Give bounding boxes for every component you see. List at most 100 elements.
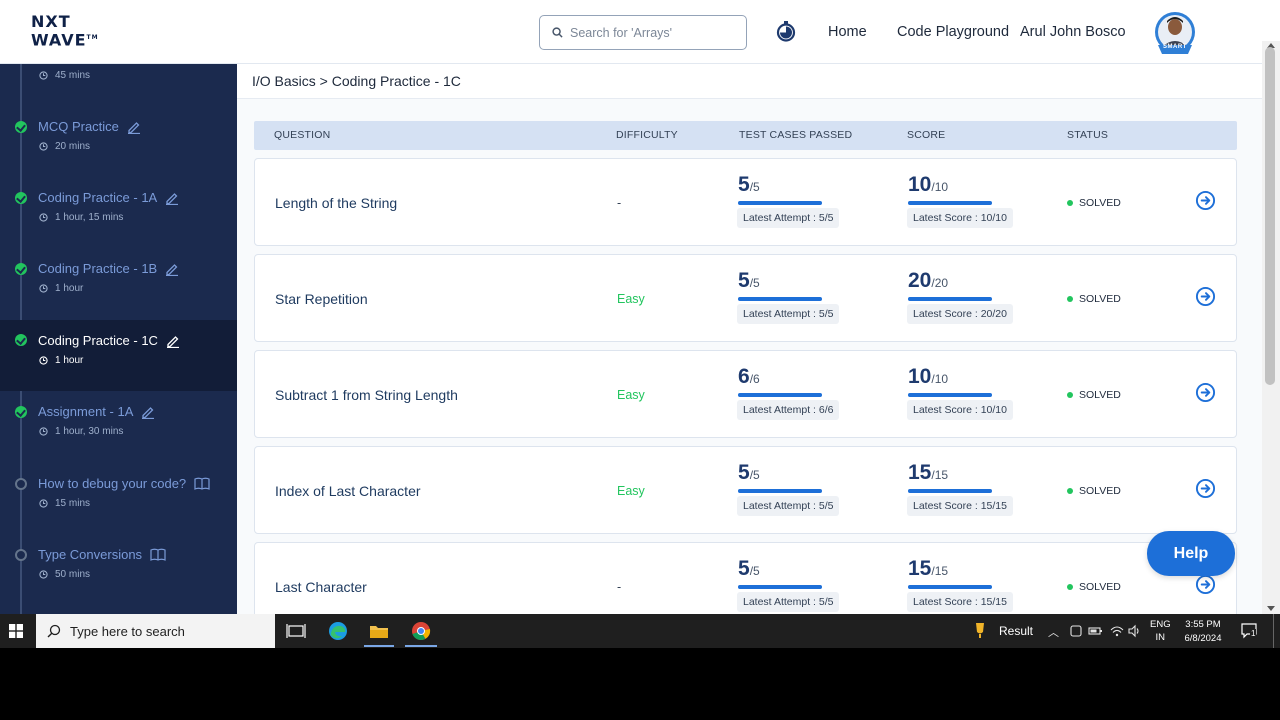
- table-row[interactable]: Star Repetition Easy 5/5 Latest Attempt : 5…: [254, 254, 1237, 342]
- help-button[interactable]: Help: [1147, 531, 1235, 576]
- clock-icon: [39, 356, 48, 365]
- sidebar-item-duration: 1 hour: [39, 355, 83, 366]
- table-row[interactable]: Last Character - 5/5 Latest Attempt : 5/5 15…: [254, 542, 1237, 614]
- sidebar-item-duration: 1 hour, 30 mins: [39, 426, 123, 437]
- notification-center-icon[interactable]: 1: [1241, 623, 1259, 644]
- arrow-right-circle-icon[interactable]: [1195, 190, 1216, 211]
- score-total-value: /10: [931, 372, 949, 386]
- latest-score-badge: Latest Score : 20/20: [907, 304, 1013, 324]
- score-total-value: /15: [931, 468, 949, 482]
- sidebar-item-coding-practice-1c[interactable]: Coding Practice - 1C 1 hour: [0, 320, 237, 391]
- sidebar-item-duration: 15 mins: [39, 498, 90, 509]
- search-box[interactable]: [539, 15, 747, 50]
- app-window: NXT WAVETM Home Code Playground Arul Joh…: [0, 0, 1280, 614]
- edge-browser-icon[interactable]: [327, 620, 349, 642]
- sidebar-item-mcq-practice[interactable]: MCQ Practice 20 mins: [0, 99, 237, 170]
- question-name[interactable]: Length of the String: [275, 195, 397, 211]
- sidebar-item-duration: 1 hour, 15 mins: [39, 212, 123, 223]
- volume-icon[interactable]: [1128, 624, 1142, 638]
- question-name[interactable]: Star Repetition: [275, 291, 368, 307]
- notification-count: 1: [1250, 629, 1257, 638]
- clock-icon: [39, 427, 48, 436]
- task-view-icon[interactable]: [285, 620, 307, 642]
- show-desktop-button[interactable]: [1273, 614, 1274, 648]
- tests-total-value: /5: [749, 180, 760, 194]
- windows-taskbar: Type here to search Result ︿ ENG IN 3:55…: [0, 614, 1280, 648]
- search-input[interactable]: [570, 25, 730, 40]
- completed-check-icon: [15, 192, 27, 204]
- taskbar-search-box[interactable]: Type here to search: [36, 614, 275, 648]
- edit-icon: [142, 406, 155, 419]
- column-header-status: STATUS: [1067, 129, 1109, 141]
- question-name[interactable]: Index of Last Character: [275, 483, 421, 499]
- latest-score-badge: Latest Score : 10/10: [907, 208, 1013, 228]
- status-badge: SOLVED: [1067, 293, 1121, 305]
- sidebar-item-title: MCQ Practice: [38, 119, 141, 134]
- tests-progress-bar: [738, 297, 822, 301]
- breadcrumb-bar: I/O Basics > Coding Practice - 1C: [237, 64, 1262, 99]
- status-dot: [1067, 200, 1073, 206]
- sidebar-item-title: Type Conversions: [38, 547, 166, 562]
- chrome-running-indicator: [405, 645, 437, 647]
- sidebar-item-previous[interactable]: 45 mins: [0, 64, 237, 99]
- edit-icon: [166, 263, 179, 276]
- taskbar-clock[interactable]: 3:55 PM 6/8/2024: [1180, 618, 1226, 646]
- clock-icon: [39, 71, 48, 80]
- score-progress-fill: [908, 489, 992, 493]
- table-row[interactable]: Length of the String - 5/5 Latest Attempt :…: [254, 158, 1237, 246]
- tests-progress-bar: [738, 489, 822, 493]
- score-progress-bar: [908, 585, 992, 589]
- sidebar-item-assignment-1a[interactable]: Assignment - 1A 1 hour, 30 mins: [0, 384, 237, 455]
- score-value: 15: [908, 461, 932, 484]
- wifi-icon[interactable]: [1110, 624, 1124, 638]
- user-name[interactable]: Arul John Bosco: [1020, 24, 1126, 40]
- search-icon: [47, 624, 61, 638]
- clock-time: 3:55 PM: [1185, 619, 1221, 630]
- news-widget[interactable]: Result: [973, 622, 1033, 640]
- avatar-badge: SMART: [1163, 44, 1187, 50]
- pending-circle-icon: [15, 478, 27, 490]
- tests-passed-value: 5: [738, 269, 750, 292]
- arrow-right-circle-icon[interactable]: [1195, 574, 1216, 595]
- score-metric: 15/15 Latest Score : 15/15: [907, 461, 1013, 516]
- sidebar-item-how-to-debug[interactable]: How to debug your code? 15 mins: [0, 456, 237, 527]
- breadcrumb[interactable]: I/O Basics > Coding Practice - 1C: [252, 73, 461, 89]
- arrow-right-circle-icon[interactable]: [1195, 478, 1216, 499]
- page-scrollbar[interactable]: [1262, 41, 1280, 614]
- score-progress-bar: [908, 393, 992, 397]
- arrow-right-circle-icon[interactable]: [1195, 382, 1216, 403]
- sidebar-item-coding-practice-1a[interactable]: Coding Practice - 1A 1 hour, 15 mins: [0, 170, 237, 241]
- table-row[interactable]: Subtract 1 from String Length Easy 6/6 Late…: [254, 350, 1237, 438]
- language-indicator[interactable]: ENG IN: [1150, 618, 1171, 644]
- score-progress-bar: [908, 297, 992, 301]
- arrow-right-circle-icon[interactable]: [1195, 286, 1216, 307]
- scrollbar-thumb[interactable]: [1265, 47, 1275, 385]
- avatar[interactable]: SMART: [1150, 11, 1200, 57]
- nav-home-link[interactable]: Home: [828, 24, 867, 40]
- windows-start-icon[interactable]: [9, 624, 23, 638]
- sidebar-item-type-conversions[interactable]: Type Conversions 50 mins: [0, 527, 237, 598]
- score-progress-bar: [908, 489, 992, 493]
- question-name[interactable]: Subtract 1 from String Length: [275, 387, 458, 403]
- table-row[interactable]: Index of Last Character Easy 5/5 Latest Att…: [254, 446, 1237, 534]
- question-name[interactable]: Last Character: [275, 579, 367, 595]
- tests-passed-value: 6: [738, 365, 750, 388]
- battery-icon[interactable]: [1088, 624, 1103, 638]
- sidebar-item-duration: 45 mins: [39, 70, 90, 81]
- meet-now-icon[interactable]: [1070, 624, 1082, 638]
- stopwatch-icon[interactable]: [775, 20, 797, 42]
- test-cases-metric: 5/5 Latest Attempt : 5/5: [737, 173, 840, 228]
- chevron-up-icon[interactable]: ︿: [1048, 624, 1059, 640]
- status-dot: [1067, 488, 1073, 494]
- scroll-down-arrow-icon[interactable]: [1267, 606, 1275, 611]
- nxtwave-logo[interactable]: NXT WAVETM: [31, 14, 101, 50]
- status-dot: [1067, 296, 1073, 302]
- latest-attempt-badge: Latest Attempt : 6/6: [737, 400, 840, 420]
- file-explorer-icon[interactable]: [368, 620, 390, 642]
- avatar-image: [1155, 12, 1195, 54]
- sidebar-item-coding-practice-1b[interactable]: Coding Practice - 1B 1 hour: [0, 241, 237, 312]
- sidebar-item-title: Coding Practice - 1C: [38, 333, 180, 348]
- chrome-browser-icon[interactable]: [410, 620, 432, 642]
- course-sidebar: 45 mins MCQ Practice 20 mins Coding Prac…: [0, 64, 237, 614]
- nav-code-playground-link[interactable]: Code Playground: [897, 24, 1009, 40]
